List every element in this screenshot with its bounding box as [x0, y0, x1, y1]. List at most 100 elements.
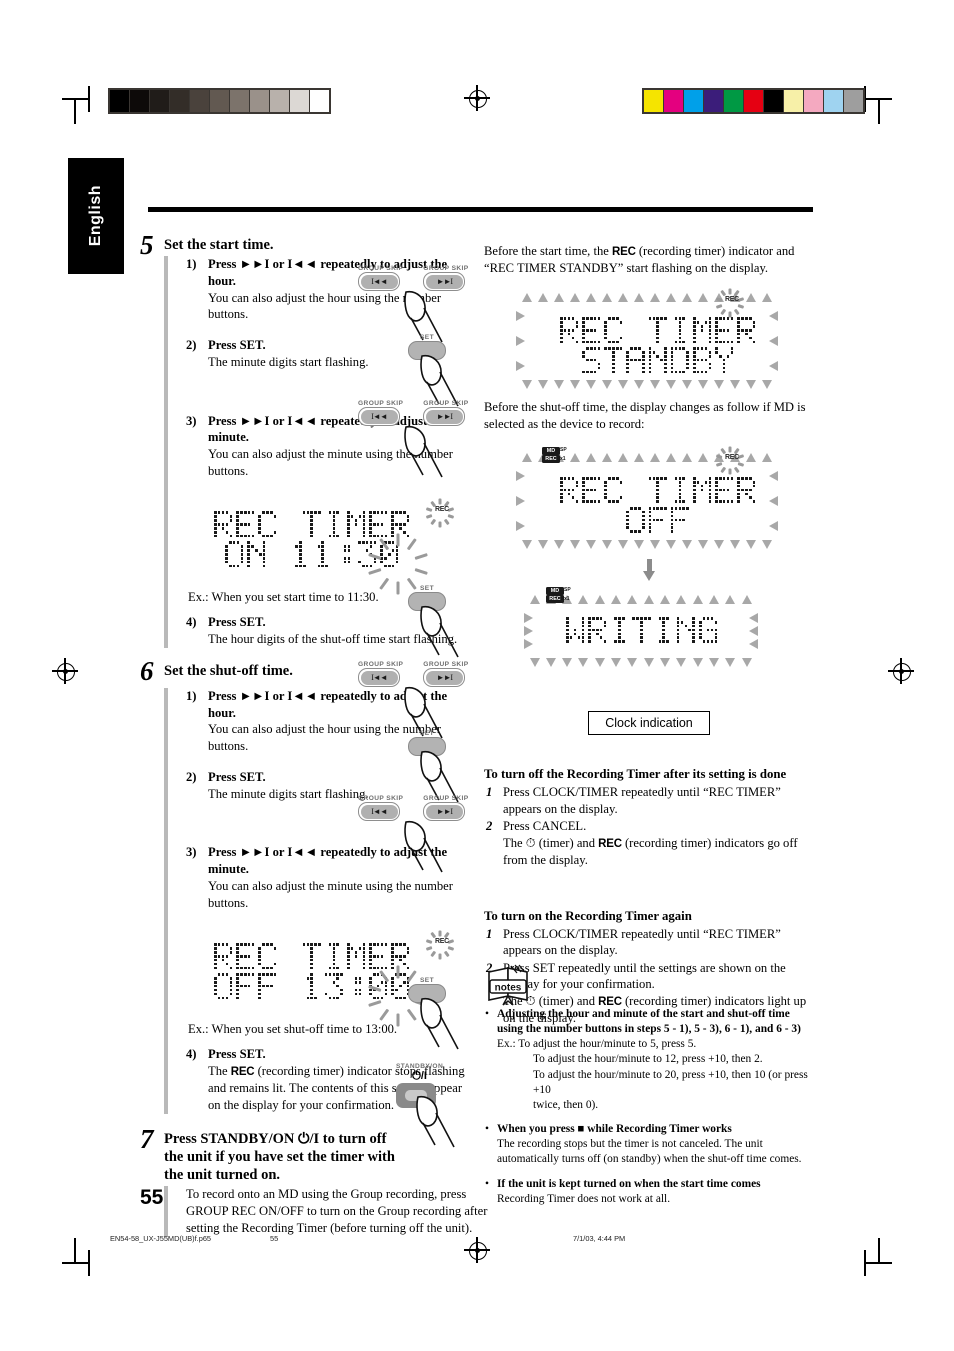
lcd-char	[671, 317, 689, 344]
rec-badge: REC	[542, 454, 560, 463]
lcd-char	[737, 477, 756, 503]
lcd-char	[258, 511, 277, 538]
x1-label: x1	[560, 456, 566, 463]
skip-back-icon: I◄◄	[360, 274, 398, 289]
text-pre: The ⏱ (timer) and	[503, 835, 599, 850]
flash-triangle	[516, 361, 525, 372]
group-skip-back-button-6-3[interactable]: GROUP SKIP I◄◄	[358, 795, 403, 821]
flash-triangle	[529, 658, 540, 668]
group-skip-back-button-5-1[interactable]: GROUP SKIP I◄◄	[358, 265, 403, 291]
flash-triangle	[692, 658, 703, 668]
x1-label: x1	[564, 596, 570, 603]
substep-number: 4)	[186, 615, 197, 630]
flash-triangle	[578, 595, 589, 605]
flash-ray	[379, 1008, 389, 1022]
flash-triangle	[713, 540, 724, 550]
flash-triangle	[537, 293, 548, 303]
flash-ray	[447, 945, 455, 951]
flash-ray	[379, 538, 389, 551]
flash-triangle	[649, 380, 660, 390]
lcd-char	[560, 317, 579, 344]
flash-triangle	[769, 496, 778, 507]
flash-ray	[720, 308, 727, 316]
lcd-char	[648, 347, 667, 374]
sp-label: SP	[564, 587, 571, 594]
flash-ray	[438, 521, 442, 528]
flow-arrow-2	[643, 683, 656, 705]
lcd-char	[715, 317, 734, 344]
flash-ray	[728, 468, 732, 476]
lcd-char	[280, 511, 298, 537]
rec-indicator-label: REC	[725, 454, 739, 462]
flash-triangle	[692, 595, 703, 605]
lcd-char	[336, 541, 354, 567]
flash-triangle	[585, 540, 596, 550]
rec-indicator-label: REC	[435, 938, 449, 946]
lcd-char	[670, 506, 689, 533]
skip-forward-icon: ►►I	[425, 409, 463, 424]
flash-triangle	[713, 380, 724, 390]
flash-triangle	[741, 658, 752, 668]
rec-inline-mark: REC	[598, 837, 622, 850]
group-skip-label: GROUP SKIP	[423, 795, 469, 802]
lcd-line-1	[566, 617, 721, 643]
flash-triangle	[569, 380, 580, 390]
group-skip-back-button-5-3[interactable]: GROUP SKIP I◄◄	[358, 400, 403, 426]
lcd-char	[258, 943, 277, 970]
flash-triangle	[553, 540, 564, 550]
lcd-char	[626, 506, 645, 533]
flash-triangle	[659, 595, 670, 605]
flash-triangle	[749, 626, 758, 637]
group-skip-label: GROUP SKIP	[358, 265, 404, 272]
lcd-char	[236, 943, 255, 970]
lcd-char	[236, 511, 255, 538]
flash-triangle	[601, 380, 612, 390]
flash-triangle	[769, 336, 778, 347]
group-skip-back-button-6-1[interactable]: GROUP SKIP I◄◄	[358, 661, 403, 687]
skip-back-icon: I◄◄	[360, 804, 398, 819]
flash-triangle	[516, 471, 525, 482]
display-standby-block: REC	[484, 287, 814, 397]
group-skip-label: GROUP SKIP	[423, 265, 469, 272]
flash-triangle	[659, 658, 670, 668]
lcd-char	[588, 617, 607, 643]
flash-triangle	[676, 595, 687, 605]
flash-triangle	[585, 293, 596, 303]
list-item-number: 1	[486, 785, 493, 800]
lcd-char	[314, 541, 332, 568]
text-pre: The	[208, 1063, 231, 1078]
flash-ray	[425, 938, 433, 944]
flash-triangle	[749, 639, 758, 650]
flash-ray	[438, 930, 442, 937]
flash-ray	[396, 581, 400, 595]
lcd-char	[604, 317, 623, 344]
flash-triangle	[594, 658, 605, 668]
lcd-char	[302, 943, 321, 970]
flash-ray	[407, 1008, 417, 1022]
standby-on-label: STANDBY/ON	[396, 1063, 444, 1070]
bullet-icon: •	[485, 1008, 489, 1020]
step-5-display-block: REC	[186, 493, 470, 595]
display-timer-off-block: MD REC SP x1 REC	[484, 445, 814, 557]
flash-ray	[715, 303, 723, 309]
flash-ray	[733, 308, 740, 316]
lcd-char	[604, 477, 623, 503]
section-turn-off-heading: To turn off the Recording Timer after it…	[484, 767, 787, 782]
list-item-subtext: The ⏱ (timer) and REC (recording timer) …	[503, 835, 814, 869]
rec-shutoff-intro: Before the shut-off time, the display ch…	[484, 400, 806, 432]
flash-ray	[368, 999, 382, 1007]
clock-indication-wrap: Clock indication	[484, 711, 814, 736]
flash-triangle	[665, 380, 676, 390]
substep-number: 3)	[186, 413, 197, 428]
substep-number: 1)	[186, 688, 197, 703]
lcd-display-timer-off	[560, 477, 759, 533]
flash-ray	[425, 507, 433, 512]
flash-triangle	[617, 293, 628, 303]
crop-mark-br2-v	[864, 1250, 866, 1276]
substep-number: 2)	[186, 769, 197, 784]
rec-inline-mark: REC	[230, 1065, 255, 1078]
color-calibration-bar	[642, 88, 865, 114]
pointing-finger-icon-5-4	[418, 603, 464, 661]
flash-triangle	[665, 540, 676, 550]
language-tab: English	[68, 158, 124, 274]
